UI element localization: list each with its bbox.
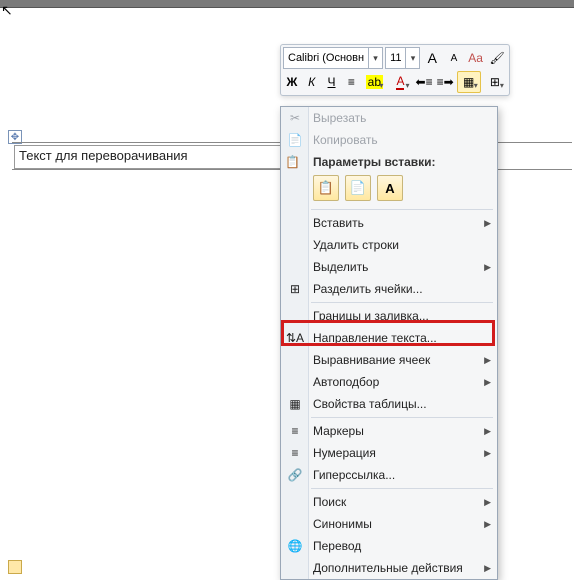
font-name-value: Calibri (Основн — [284, 52, 368, 64]
font-name-combo[interactable]: Calibri (Основн ▾ — [283, 47, 383, 69]
paste-icon: 📋 — [285, 155, 300, 169]
submenu-arrow-icon: ▶ — [484, 519, 491, 530]
paste-merge-formatting-button[interactable]: 📄 — [345, 175, 371, 201]
paste-options-row: 📋 📄 A — [281, 171, 497, 207]
table-props-icon: ▦ — [285, 397, 305, 411]
menu-lookup[interactable]: Поиск ▶ — [281, 491, 497, 513]
cell-text: Текст для переворачивания — [19, 148, 188, 163]
menu-numbering[interactable]: ≡ Нумерация ▶ — [281, 442, 497, 464]
translate-icon: 🌐 — [285, 539, 305, 553]
copy-icon: 📄 — [285, 133, 305, 147]
mini-toolbar: Calibri (Основн ▾ 11 ▾ A A Aa 🖌 Ж К Ч ≡ … — [280, 44, 510, 96]
submenu-arrow-icon: ▶ — [484, 563, 491, 574]
change-styles-button[interactable]: Aa — [466, 47, 486, 69]
menu-bullets[interactable]: ≡ Маркеры ▶ — [281, 420, 497, 442]
bold-button[interactable]: Ж — [283, 71, 301, 93]
shading-button[interactable]: ▦ — [457, 71, 481, 93]
menu-separator — [311, 209, 493, 210]
numbering-icon: ≡ — [285, 446, 305, 460]
increase-indent-button[interactable]: ≡➡ — [436, 71, 455, 93]
menu-split-cells[interactable]: ⊞ Разделить ячейки... — [281, 278, 497, 300]
font-size-value: 11 — [386, 52, 405, 64]
menu-synonyms[interactable]: Синонимы ▶ — [281, 513, 497, 535]
submenu-arrow-icon: ▶ — [484, 448, 491, 459]
paste-text-only-button[interactable]: A — [377, 175, 403, 201]
paste-options-header: 📋 Параметры вставки: — [281, 151, 497, 171]
hyperlink-icon: 🔗 — [285, 468, 305, 482]
split-cells-icon: ⊞ — [285, 282, 305, 296]
submenu-arrow-icon: ▶ — [484, 355, 491, 366]
menu-table-properties[interactable]: ▦ Свойства таблицы... — [281, 393, 497, 415]
bullets-icon: ≡ — [285, 424, 305, 438]
chevron-down-icon[interactable]: ▾ — [368, 48, 382, 68]
highlight-color-button[interactable]: ab — [362, 71, 386, 93]
paste-keep-formatting-button[interactable]: 📋 — [313, 175, 339, 201]
submenu-arrow-icon: ▶ — [484, 497, 491, 508]
grow-font-button[interactable]: A — [422, 47, 442, 69]
menu-autofit[interactable]: Автоподбор ▶ — [281, 371, 497, 393]
cut-icon: ✂ — [285, 111, 305, 125]
menu-select[interactable]: Выделить ▶ — [281, 256, 497, 278]
window-titlebar — [0, 0, 574, 8]
font-color-button[interactable]: A — [388, 71, 412, 93]
decrease-indent-button[interactable]: ⬅≡ — [415, 71, 434, 93]
menu-borders-shading[interactable]: Границы и заливка... — [281, 305, 497, 327]
font-size-combo[interactable]: 11 ▾ — [385, 47, 420, 69]
format-painter-button[interactable]: 🖌 — [487, 47, 507, 69]
menu-copy[interactable]: 📄 Копировать — [281, 129, 497, 151]
menu-cell-alignment[interactable]: Выравнивание ячеек ▶ — [281, 349, 497, 371]
menu-translate[interactable]: 🌐 Перевод — [281, 535, 497, 557]
menu-separator — [311, 302, 493, 303]
submenu-arrow-icon: ▶ — [484, 377, 491, 388]
context-menu: ✂ Вырезать 📄 Копировать 📋 Параметры вста… — [280, 106, 498, 580]
menu-hyperlink[interactable]: 🔗 Гиперссылка... — [281, 464, 497, 486]
submenu-arrow-icon: ▶ — [484, 218, 491, 229]
submenu-arrow-icon: ▶ — [484, 426, 491, 437]
underline-button[interactable]: Ч — [323, 71, 341, 93]
chevron-down-icon[interactable]: ▾ — [405, 48, 419, 68]
menu-separator — [311, 488, 493, 489]
cursor-icon: ↖ — [1, 2, 13, 19]
text-direction-icon: ⇅A — [285, 331, 305, 345]
submenu-arrow-icon: ▶ — [484, 262, 491, 273]
menu-insert[interactable]: Вставить ▶ — [281, 212, 497, 234]
sheet-tab-strip — [0, 556, 22, 574]
sheet-tab[interactable] — [8, 560, 22, 574]
menu-additional-actions[interactable]: Дополнительные действия ▶ — [281, 557, 497, 579]
menu-delete-rows[interactable]: Удалить строки — [281, 234, 497, 256]
menu-cut[interactable]: ✂ Вырезать — [281, 107, 497, 129]
menu-separator — [311, 417, 493, 418]
table-cell[interactable]: Текст для переворачивания — [14, 145, 282, 169]
borders-button[interactable]: ⊞ — [483, 71, 507, 93]
align-center-button[interactable]: ≡ — [342, 71, 360, 93]
shrink-font-button[interactable]: A — [444, 47, 464, 69]
menu-text-direction[interactable]: ⇅A Направление текста... — [281, 327, 497, 349]
italic-button[interactable]: К — [303, 71, 321, 93]
